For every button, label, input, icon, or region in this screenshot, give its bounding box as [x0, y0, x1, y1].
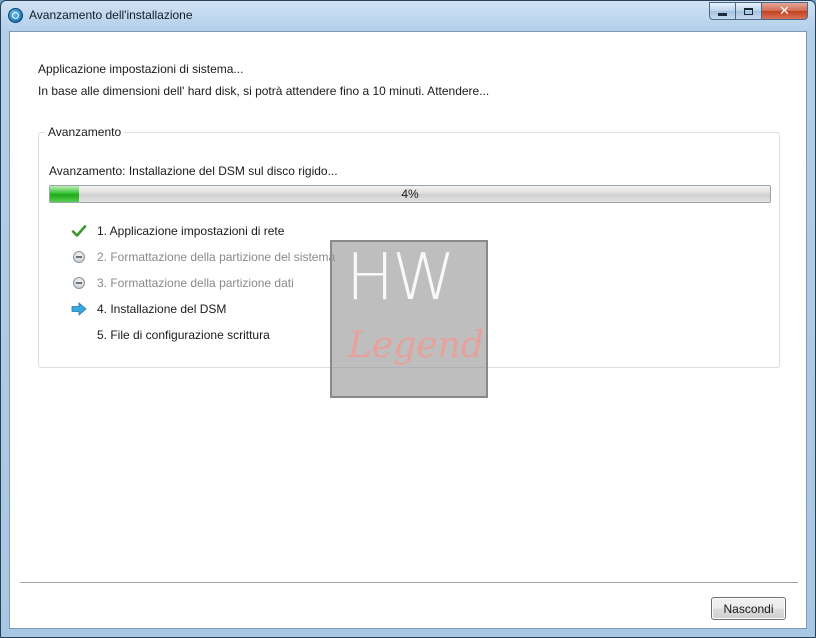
step-label: 1. Applicazione impostazioni di rete — [97, 224, 285, 238]
app-icon — [8, 8, 23, 23]
hide-button[interactable]: Nascondi — [711, 597, 786, 620]
watermark-logo: HW Legend — [330, 240, 488, 398]
close-icon: ✕ — [779, 3, 790, 18]
watermark-hw: HW — [346, 241, 455, 315]
arrow-right-icon — [71, 301, 87, 317]
progress-bar: 4% — [49, 185, 771, 203]
minimize-icon — [718, 12, 727, 16]
check-icon — [71, 223, 87, 239]
caption-buttons: ✕ — [709, 2, 808, 21]
step-item: 2. Formattazione della partizione del si… — [71, 247, 335, 267]
step-label: 5. File di configurazione scrittura — [97, 328, 270, 342]
step-item: 3. Formattazione della partizione dati — [71, 273, 294, 293]
step-item: 1. Applicazione impostazioni di rete — [71, 221, 284, 241]
progress-status: Avanzamento: Installazione del DSM sul d… — [49, 164, 338, 178]
close-button[interactable]: ✕ — [762, 2, 808, 20]
window-title: Avanzamento dell'installazione — [29, 8, 193, 22]
pending-icon — [71, 275, 87, 291]
wait-message: In base alle dimensioni dell' hard disk,… — [38, 84, 490, 98]
title-bar[interactable]: Avanzamento dell'installazione ✕ — [1, 1, 815, 31]
watermark-legend: Legend — [348, 325, 484, 366]
step-item: 4. Installazione del DSM — [71, 299, 226, 319]
progress-percent: 4% — [401, 187, 419, 201]
maximize-button[interactable] — [736, 2, 762, 20]
maximize-icon — [744, 7, 753, 15]
pending-icon — [71, 249, 87, 265]
footer-divider — [20, 582, 798, 583]
step-label: 3. Formattazione della partizione dati — [97, 276, 294, 290]
dialog-content: Applicazione impostazioni di sistema... … — [9, 31, 807, 629]
status-message: Applicazione impostazioni di sistema... — [38, 62, 244, 76]
step-item: 5. File di configurazione scrittura — [71, 325, 270, 345]
groupbox-legend: Avanzamento — [45, 125, 125, 139]
step-label: 4. Installazione del DSM — [97, 302, 227, 316]
installer-window: Avanzamento dell'installazione ✕ Applica… — [0, 0, 816, 638]
minimize-button[interactable] — [709, 2, 736, 20]
step-label: 2. Formattazione della partizione del si… — [97, 250, 336, 264]
